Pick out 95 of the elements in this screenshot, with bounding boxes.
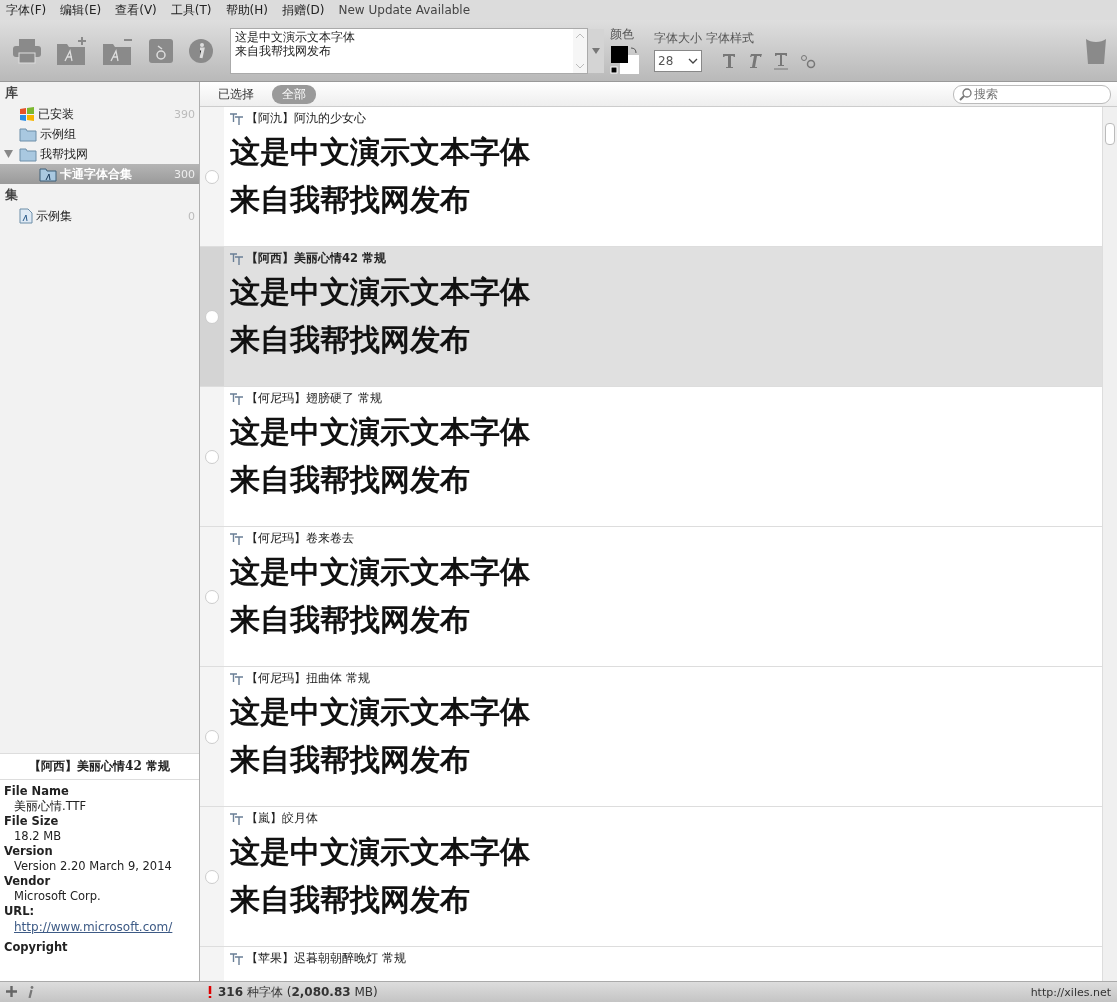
font-sample-text: 这是中文演示文本字体 [230,274,531,310]
font-name: 【何尼玛】扭曲体 常规 [246,671,370,686]
menu-item[interactable]: 帮助(H) [225,1,268,19]
font-row[interactable]: 【阿西】美丽心情42 常规 这是中文演示文本字体 来自我帮找网发布 [200,247,1102,387]
font-size-dropdown[interactable]: 28 [654,49,702,72]
font-sample-text: 这是中文演示文本字体 [230,834,531,870]
font-file-icon [19,208,33,224]
info-value: 美丽心情.TTF [13,798,88,814]
scroll-down-icon[interactable] [575,62,585,69]
info-value: 18.2 MB [13,828,63,844]
font-sample-text: 来自我帮找网发布 [230,742,471,778]
font-name: 【阿西】美丽心情42 常规 [246,251,386,266]
font-name: 【何尼玛】翅膀硬了 常规 [246,391,382,406]
info-icon[interactable] [188,37,214,64]
font-sample-text: 这是中文演示文本字体 [230,554,531,590]
chevron-down-icon [688,57,698,64]
add-folder-icon[interactable] [56,35,88,66]
section-heading: 集 [4,186,19,204]
font-sample-text: 这是中文演示文本字体 [230,694,531,730]
info-label: File Name [4,784,70,798]
font-row[interactable]: 【何尼玛】卷来卷去 这是中文演示文本字体 来自我帮找网发布 [200,527,1102,667]
font-row[interactable]: 【何尼玛】扭曲体 常规 这是中文演示文本字体 来自我帮找网发布 [200,667,1102,807]
accent-character-icon[interactable] [148,37,174,64]
font-sample-text: 这是中文演示文本字体 [230,134,531,170]
trash-icon[interactable] [1085,36,1107,65]
filter-tab[interactable]: 已选择 [208,84,264,104]
status-summary: 316 种字体 (2,080.83 MB) [218,983,378,1001]
color-swatch-icon[interactable] [610,45,640,75]
menu-item[interactable]: 查看(V) [115,1,157,19]
font-name: 【苹果】迟暮朝朝醉晚灯 常规 [246,951,406,966]
color-label: 颜色 [610,26,635,43]
warning-icon [208,986,212,998]
printer-icon[interactable] [12,37,42,64]
truetype-icon [230,392,243,405]
library-item[interactable]: 示例组 [0,124,199,144]
font-name: 【阿氿】阿氿的少女心 [246,111,366,126]
menu-item[interactable]: 字体(F) [6,1,47,19]
italic-icon[interactable] [748,52,762,69]
font-name: 【嵐】皎月体 [246,811,318,826]
sample-text-line: 来自我帮找网发布 [235,43,332,58]
truetype-icon [230,252,243,265]
truetype-icon [230,532,243,545]
font-sample-text: 来自我帮找网发布 [230,322,471,358]
menu-item[interactable]: 编辑(E) [60,1,102,19]
search-icon [959,87,972,101]
dropdown-caret-icon[interactable] [592,47,600,54]
font-sample-text: 来自我帮找网发布 [230,462,471,498]
font-sample-text: 这是中文演示文本字体 [230,414,531,450]
font-sample-text: 来自我帮找网发布 [230,882,471,918]
font-name: 【何尼玛】卷来卷去 [246,531,354,546]
info-label: Version [4,844,54,858]
radio-button[interactable] [205,169,219,184]
font-info-title: 【阿西】美丽心情42 常规 [0,753,199,780]
radio-button[interactable] [205,729,219,744]
font-style-label: 字体样式 [706,29,754,47]
windows-logo-icon [19,106,35,122]
truetype-icon [230,672,243,685]
website-link[interactable]: http://xiles.net [1030,985,1111,999]
update-notice[interactable]: New Update Available [338,3,471,17]
scroll-up-icon[interactable] [575,32,585,39]
truetype-icon [230,112,243,125]
font-sample-text: 来自我帮找网发布 [230,602,471,638]
folder-icon [19,126,37,142]
sample-text-line: 这是中文演示文本字体 [235,29,356,44]
font-sample-text: 来自我帮找网发布 [230,182,471,218]
scrollbar[interactable] [1102,107,1117,981]
info-label: URL: [4,904,36,918]
menu-item[interactable]: 工具(T) [170,1,212,19]
info-value: Version 2.20 March 9, 2014 [13,858,173,874]
expanded-triangle-icon[interactable] [3,150,13,158]
info-link[interactable]: http://www.microsoft.com/ [4,918,195,936]
font-size-label: 字体大小 [654,29,702,47]
radio-button[interactable] [205,309,219,324]
library-item[interactable]: 我帮找网 [0,144,199,164]
truetype-icon [230,812,243,825]
font-folder-icon [39,166,57,182]
font-row[interactable]: 【何尼玛】翅膀硬了 常规 这是中文演示文本字体 来自我帮找网发布 [200,387,1102,527]
search-field[interactable]: 搜索 [953,84,1111,104]
info-icon[interactable] [27,986,34,998]
folder-icon [19,146,37,162]
sample-text-field[interactable]: 这是中文演示文本字体 来自我帮找网发布 [230,27,588,74]
truetype-icon [230,952,243,965]
menu-item[interactable]: 捐赠(D) [281,1,325,19]
info-label: Copyright [4,940,69,954]
add-icon[interactable] [6,986,17,997]
radio-button[interactable] [205,449,219,464]
info-value: Microsoft Corp. [13,888,102,904]
radio-button[interactable] [205,869,219,884]
radio-button[interactable] [205,589,219,604]
info-label: File Size [4,814,60,828]
underline-icon[interactable] [774,51,788,70]
section-heading: 库 [4,84,19,102]
font-row[interactable]: 【嵐】皎月体 这是中文演示文本字体 来自我帮找网发布 [200,807,1102,947]
bold-icon[interactable] [722,52,736,69]
info-label: Vendor [4,874,52,888]
